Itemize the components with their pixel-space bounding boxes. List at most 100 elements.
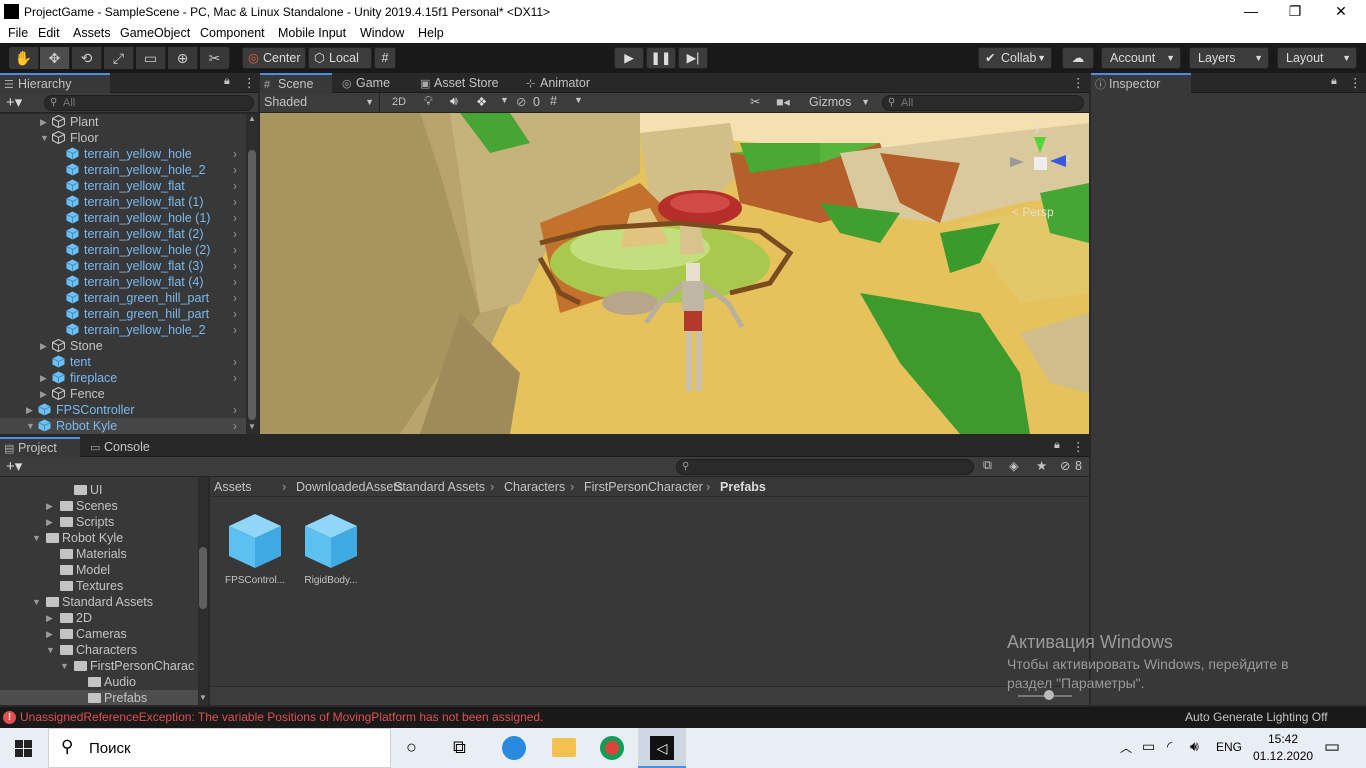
hierarchy-row[interactable]: terrain_yellow_hole › (0, 146, 246, 162)
camera-icon[interactable]: ■◂ (776, 94, 790, 109)
mode-2d-toggle[interactable]: 2D (388, 95, 410, 110)
effects-dropdown-icon[interactable]: ▼ (500, 95, 509, 105)
lighting-status[interactable]: Auto Generate Lighting Off (1185, 707, 1328, 728)
expand-arrow-icon[interactable]: ▶ (26, 402, 36, 418)
pivot-center-button[interactable]: ◎ Center (242, 47, 306, 69)
prefab-open-chevron-icon[interactable]: › (233, 162, 237, 178)
grid-snap-button[interactable]: # (374, 47, 396, 69)
create-asset-button[interactable]: +▾ (6, 457, 22, 475)
collapse-arrow-icon[interactable]: ▼ (60, 658, 69, 674)
layers-dropdown[interactable]: Layers ▼ (1189, 47, 1269, 69)
hierarchy-row[interactable]: ▼ Robot Kyle › (0, 418, 246, 434)
move-tool-icon[interactable]: ✥ (40, 47, 70, 69)
breadcrumb-item[interactable]: Assets (214, 477, 252, 497)
prefab-open-chevron-icon[interactable]: › (233, 258, 237, 274)
gizmo-z-arrow-icon[interactable] (1050, 155, 1066, 167)
rotate-tool-icon[interactable]: ⟲ (72, 47, 102, 69)
tab-hierarchy[interactable]: ☰ Hierarchy (0, 73, 110, 93)
collapse-arrow-icon[interactable]: ▼ (32, 594, 41, 610)
project-folder-row[interactable]: UI (0, 482, 198, 498)
filter-by-type-icon[interactable]: ⧉ (983, 458, 992, 473)
maximize-button[interactable]: ❐ (1272, 0, 1318, 23)
prefab-open-chevron-icon[interactable]: › (233, 242, 237, 258)
breadcrumb-item[interactable]: DownloadedAssets (296, 477, 403, 497)
prefab-open-chevron-icon[interactable]: › (233, 322, 237, 338)
hierarchy-row[interactable]: terrain_yellow_flat (3) › (0, 258, 246, 274)
prefab-open-chevron-icon[interactable]: › (233, 306, 237, 322)
pause-button[interactable]: ❚❚ (646, 47, 676, 69)
hierarchy-scrollbar[interactable]: ▲ ▼ (246, 114, 258, 434)
project-scroll-down-icon[interactable]: ▼ (199, 693, 207, 702)
grid-icon[interactable]: # (550, 94, 557, 108)
project-folder-row[interactable]: Materials (0, 546, 198, 562)
notifications-icon[interactable]: ▭ (1324, 737, 1340, 757)
prefab-open-chevron-icon[interactable]: › (233, 178, 237, 194)
hidden-packages-icon[interactable]: ⊘ (1060, 458, 1070, 473)
filter-by-label-icon[interactable]: ◈ (1009, 458, 1019, 473)
project-folder-row[interactable]: Model (0, 562, 198, 578)
effects-icon[interactable]: ❖ (476, 94, 487, 109)
windows-start-icon[interactable] (15, 740, 32, 757)
collapse-arrow-icon[interactable]: ▼ (40, 130, 50, 146)
favorites-icon[interactable]: ★ (1036, 458, 1047, 473)
icon-size-slider-thumb[interactable] (1044, 690, 1054, 700)
clock-date[interactable]: 01.12.2020 (1253, 749, 1313, 763)
scene-viewport[interactable]: y z < Persp (260, 113, 1089, 434)
prefab-open-chevron-icon[interactable]: › (233, 146, 237, 162)
project-kebab-icon[interactable]: ⋮ (1072, 439, 1085, 454)
hierarchy-row[interactable]: ▶ fireplace › (0, 370, 246, 386)
project-search-input[interactable]: ⚲ (676, 459, 974, 475)
project-lock-icon[interactable]: 🔒︎ (1054, 439, 1060, 452)
project-folder-row[interactable]: ▶ Scripts (0, 514, 198, 530)
hierarchy-row[interactable]: terrain_yellow_hole_2 › (0, 322, 246, 338)
expand-arrow-icon[interactable]: ▶ (46, 498, 53, 514)
language-indicator[interactable]: ENG (1216, 740, 1242, 754)
tab-inspector[interactable]: ⓘ Inspector (1091, 73, 1191, 93)
menu-edit[interactable]: Edit (38, 26, 60, 40)
hierarchy-row[interactable]: ▼ Floor (0, 130, 246, 146)
prefab-open-chevron-icon[interactable]: › (233, 210, 237, 226)
close-button[interactable]: ✕ (1318, 0, 1364, 23)
hierarchy-scroll-thumb[interactable] (248, 150, 256, 420)
lighting-icon[interactable]: 💡︎ (424, 94, 433, 109)
project-folder-row[interactable]: ▼ Standard Assets (0, 594, 198, 610)
menu-assets[interactable]: Assets (73, 26, 111, 40)
hierarchy-row[interactable]: ▶ Stone (0, 338, 246, 354)
collapse-arrow-icon[interactable]: ▼ (32, 530, 41, 546)
breadcrumb-item[interactable]: Prefabs (720, 477, 766, 497)
tab-animator[interactable]: ⊹ Animator (522, 73, 608, 93)
file-explorer-icon[interactable] (552, 738, 576, 757)
gizmos-dropdown[interactable]: Gizmos ▼ (806, 93, 874, 112)
inspector-kebab-icon[interactable]: ⋮ (1349, 75, 1362, 90)
scale-tool-icon[interactable]: ⤢ (104, 47, 134, 69)
hierarchy-row[interactable]: terrain_yellow_hole (1) › (0, 210, 246, 226)
prefab-open-chevron-icon[interactable]: › (233, 370, 237, 386)
battery-icon[interactable]: ▭ (1142, 738, 1155, 755)
hierarchy-row[interactable]: ▶ Plant (0, 114, 246, 130)
expand-arrow-icon[interactable]: ▶ (46, 514, 53, 530)
expand-arrow-icon[interactable]: ▶ (40, 114, 50, 130)
expand-arrow-icon[interactable]: ▶ (46, 610, 53, 626)
asset-rigidbody[interactable]: RigidBody... (296, 510, 366, 586)
expand-arrow-icon[interactable]: ▶ (40, 386, 50, 402)
volume-icon[interactable]: 🔊︎ (1190, 738, 1199, 755)
wifi-icon[interactable]: ◜ (1167, 738, 1172, 755)
hierarchy-search-input[interactable]: ⚲ All (44, 95, 254, 111)
shading-dropdown[interactable]: Shaded ▼ (260, 93, 380, 112)
cloud-button[interactable]: ☁ (1062, 47, 1094, 69)
tab-scene[interactable]: # Scene (260, 73, 332, 93)
prefab-open-chevron-icon[interactable]: › (233, 226, 237, 242)
pivot-local-button[interactable]: ⬡ Local (308, 47, 372, 69)
project-folder-row[interactable]: ▼ Robot Kyle (0, 530, 198, 546)
expand-arrow-icon[interactable]: ▶ (46, 626, 53, 642)
project-folder-row[interactable]: Audio (0, 674, 198, 690)
unity-taskbar-button[interactable]: ◁ (638, 728, 686, 768)
scroll-down-icon[interactable]: ▼ (248, 422, 256, 431)
scene-search-input[interactable]: ⚲ All (882, 95, 1084, 111)
taskbar-search-box[interactable]: ⚲ Поиск (48, 728, 391, 768)
perspective-label[interactable]: < Persp (1012, 205, 1054, 219)
prefab-open-chevron-icon[interactable]: › (233, 418, 237, 434)
project-folder-row[interactable]: ▶ Scenes (0, 498, 198, 514)
menu-help[interactable]: Help (418, 26, 444, 40)
menu-gameobject[interactable]: GameObject (120, 26, 190, 40)
